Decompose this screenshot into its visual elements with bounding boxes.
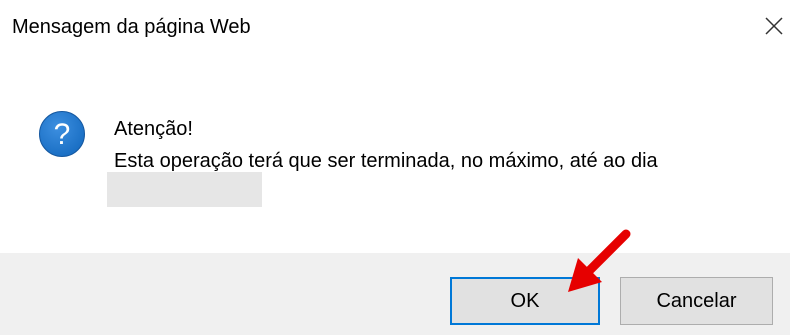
cancel-button[interactable]: Cancelar [620, 277, 773, 325]
svg-text:?: ? [54, 118, 71, 151]
close-icon [765, 17, 783, 35]
redacted-date [107, 172, 262, 207]
dialog-title: Mensagem da página Web [12, 16, 251, 38]
web-message-dialog: Mensagem da página Web ? Atenção! Esta o… [0, 0, 790, 335]
dialog-message: Atenção! Esta operação terá que ser term… [114, 113, 658, 177]
ok-button[interactable]: OK [450, 277, 600, 325]
close-button[interactable] [758, 10, 790, 42]
message-heading: Atenção! [114, 118, 193, 140]
question-icon: ? [39, 111, 85, 157]
